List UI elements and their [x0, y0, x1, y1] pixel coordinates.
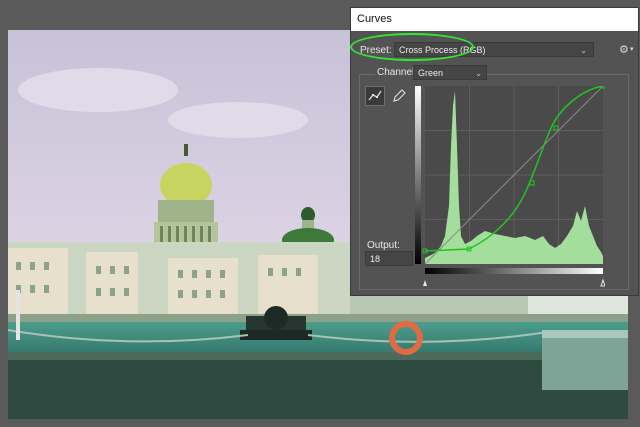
- curve-graph[interactable]: [415, 83, 606, 296]
- output-input[interactable]: 18: [365, 251, 413, 266]
- pencil-tool-button[interactable]: [389, 86, 409, 106]
- white-point-slider-icon: [600, 278, 606, 287]
- chevron-down-icon: ⌄: [580, 46, 587, 55]
- preset-value: Cross Process (RGB): [399, 45, 486, 55]
- channel-value: Green: [418, 68, 444, 78]
- curves-dialog: Curves Preset: Cross Process (RGB) ⌄ ⚙ ▾…: [350, 7, 639, 296]
- black-point-slider-icon: [423, 280, 427, 286]
- chevron-down-icon: ⌄: [475, 69, 482, 78]
- curve-point-tool-button[interactable]: [365, 86, 385, 106]
- output-value: 18: [370, 254, 381, 264]
- dialog-title: Curves: [351, 8, 638, 31]
- gear-menu-caret-icon[interactable]: ▾: [630, 45, 634, 53]
- input-gradient-bar: [425, 268, 603, 274]
- preset-row: Preset: Cross Process (RGB) ⌄ ⚙ ▾: [350, 33, 638, 63]
- preset-dropdown[interactable]: Cross Process (RGB) ⌄: [394, 42, 594, 57]
- gear-icon[interactable]: ⚙: [619, 43, 629, 56]
- pencil-icon: [393, 89, 406, 102]
- preset-label: Preset:: [360, 45, 392, 56]
- output-gradient-bar: [415, 86, 421, 264]
- output-label: Output:: [367, 240, 400, 251]
- channel-dropdown[interactable]: Green ⌄: [413, 65, 487, 80]
- curve-point-tool-icon: [368, 90, 382, 101]
